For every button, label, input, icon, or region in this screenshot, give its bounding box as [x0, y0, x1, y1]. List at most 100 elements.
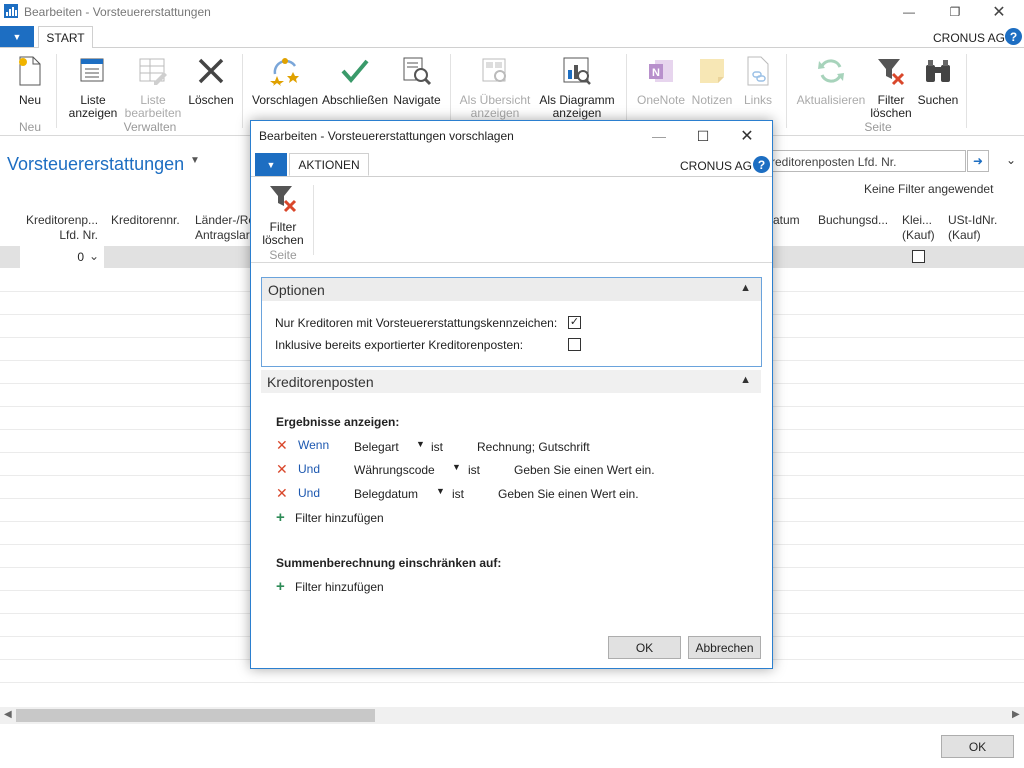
- col-header-datum[interactable]: atum: [773, 213, 800, 228]
- suggest-button[interactable]: Vorschlagen: [252, 52, 318, 107]
- col-header-buchungsdatum[interactable]: Buchungsd...: [818, 213, 888, 228]
- search-button[interactable]: Suchen: [916, 52, 960, 107]
- col-header-kreditorenposten-lfd-nr[interactable]: Kreditorenp... Lfd. Nr.: [26, 213, 98, 243]
- filter-field[interactable]: Währungscode: [354, 463, 435, 477]
- ergebnisse-label: Ergebnisse anzeigen:: [276, 415, 400, 429]
- collapse-chevron-icon[interactable]: ⌄: [1006, 153, 1016, 167]
- notes-icon: [696, 52, 728, 90]
- scrollbar-thumb[interactable]: [16, 709, 375, 722]
- ok-button[interactable]: OK: [941, 735, 1014, 758]
- add-filter-link[interactable]: Filter hinzufügen: [295, 511, 384, 525]
- show-list-button[interactable]: Liste anzeigen: [66, 52, 120, 120]
- remove-filter-icon[interactable]: ✕: [276, 461, 288, 478]
- option-checkbox-inklusive-exportierter[interactable]: [568, 338, 581, 351]
- delete-button[interactable]: Löschen: [186, 52, 236, 107]
- page-title-caret-icon[interactable]: ▼: [190, 155, 200, 166]
- filter-value[interactable]: Geben Sie einen Wert ein.: [514, 463, 655, 477]
- col-header-ust-idnr[interactable]: USt-IdNr. (Kauf): [948, 213, 997, 243]
- page-title[interactable]: Vorsteuererstattungen: [7, 154, 184, 175]
- edit-list-button[interactable]: Liste bearbeiten: [122, 52, 184, 120]
- dialog-group-label-seite: Seite: [269, 248, 297, 262]
- filter-field[interactable]: Belegdatum: [354, 487, 418, 501]
- tab-start[interactable]: START: [38, 26, 93, 49]
- col-header-kreditorennr[interactable]: Kreditorennr.: [111, 213, 180, 228]
- dialog-help-icon[interactable]: ?: [753, 156, 770, 173]
- show-as-overview-button[interactable]: Als Übersicht anzeigen: [458, 52, 532, 120]
- dialog-maximize-button[interactable]: ☐: [683, 121, 723, 151]
- onenote-icon: N: [645, 52, 677, 90]
- app-icon: [4, 4, 18, 18]
- scroll-left-icon[interactable]: ◀: [4, 709, 12, 720]
- scroll-right-icon[interactable]: ▶: [1012, 709, 1020, 720]
- add-total-filter-link[interactable]: Filter hinzufügen: [295, 580, 384, 594]
- dialog-clear-filter-button[interactable]: Filter löschen: [259, 179, 307, 247]
- dialog-title: Bearbeiten - Vorsteuererstattungen vorsc…: [259, 129, 514, 143]
- search-go-arrow-icon[interactable]: ➜: [967, 150, 989, 172]
- minimize-button[interactable]: —: [886, 0, 932, 24]
- checkmark-icon: [339, 52, 371, 90]
- option-label-inklusive-exportierter: Inklusive bereits exportierter Kreditore…: [275, 338, 524, 352]
- list-window-icon: [77, 52, 109, 90]
- filter-conjunction: Und: [298, 486, 321, 500]
- filter-field-dropdown-icon[interactable]: ▼: [436, 486, 445, 496]
- dialog-ok-button[interactable]: OK: [608, 636, 681, 659]
- clear-filter-button[interactable]: Filter löschen: [868, 52, 914, 120]
- dialog-cancel-button[interactable]: Abbrechen: [688, 636, 761, 659]
- dialog-minimize-button[interactable]: —: [639, 121, 679, 151]
- show-as-chart-button[interactable]: Als Diagramm anzeigen: [538, 52, 616, 120]
- refresh-icon: [815, 52, 847, 90]
- group-label-neu: Neu: [18, 120, 41, 134]
- filter-field-dropdown-icon[interactable]: ▼: [452, 462, 461, 472]
- filter-clear-icon: [875, 52, 907, 90]
- new-button[interactable]: Neu: [10, 52, 50, 107]
- group-label-seite: Seite: [864, 120, 892, 134]
- filter-value[interactable]: Geben Sie einen Wert ein.: [498, 487, 639, 501]
- option-checkbox-nur-kreditoren[interactable]: ✓: [568, 316, 581, 329]
- summenberechnung-label: Summenberechnung einschränken auf:: [276, 556, 502, 570]
- search-input[interactable]: reditorenposten Lfd. Nr.: [752, 150, 966, 172]
- close-button[interactable]: ✕: [976, 0, 1022, 24]
- binoculars-icon: [922, 52, 954, 90]
- restore-button[interactable]: ❐: [932, 0, 978, 24]
- dialog-menu-dropdown[interactable]: ▼: [255, 153, 287, 176]
- col-header-klein[interactable]: Klei... (Kauf): [902, 213, 935, 243]
- dialog-ribbon: Filter löschen Seite: [251, 177, 772, 263]
- onenote-button[interactable]: N OneNote: [634, 52, 688, 107]
- collapse-caret-icon[interactable]: ▲: [740, 282, 751, 294]
- add-filter-plus-icon[interactable]: +: [276, 509, 285, 526]
- collapse-caret-icon[interactable]: ▲: [740, 374, 751, 386]
- dialog-close-button[interactable]: ✕: [727, 121, 767, 151]
- chart-icon: [561, 52, 593, 90]
- option-label-nur-kreditoren: Nur Kreditoren mit Vorsteuererstattungsk…: [275, 316, 558, 330]
- notes-button[interactable]: Notizen: [690, 52, 734, 107]
- finish-button[interactable]: Abschließen: [322, 52, 388, 107]
- col-header-laender-region[interactable]: Länder-/Re Antragslar: [195, 213, 255, 243]
- group-label-verwalten: Verwalten: [123, 120, 177, 134]
- suggest-stars-icon: [269, 52, 301, 90]
- kreditorenposten-header[interactable]: Kreditorenposten ▲: [261, 370, 761, 393]
- add-filter-plus-icon[interactable]: +: [276, 578, 285, 595]
- navigate-button[interactable]: Navigate: [392, 52, 442, 107]
- filter-clear-icon: [267, 179, 299, 217]
- filter-field[interactable]: Belegart: [354, 440, 399, 454]
- dialog-company-name[interactable]: CRONUS AG: [680, 159, 752, 173]
- filter-field-dropdown-icon[interactable]: ▼: [416, 439, 425, 449]
- window-titlebar: Bearbeiten - Vorsteuererstattungen — ❐ ✕: [0, 0, 1024, 24]
- row-checkbox-klein[interactable]: [912, 250, 925, 263]
- app-menu-dropdown[interactable]: ▼: [0, 26, 34, 47]
- dialog-ribbon-tabs: ▼ AKTIONEN CRONUS AG ?: [251, 153, 772, 177]
- row-cell-lfd-nr[interactable]: 0 ⌄: [20, 246, 104, 268]
- overview-icon: [479, 52, 511, 90]
- new-document-icon: [14, 52, 46, 90]
- refresh-button[interactable]: Aktualisieren: [794, 52, 868, 107]
- tab-aktionen[interactable]: AKTIONEN: [289, 153, 369, 176]
- chevron-down-icon[interactable]: ⌄: [89, 249, 99, 263]
- company-name[interactable]: CRONUS AG: [933, 31, 1005, 45]
- remove-filter-icon[interactable]: ✕: [276, 437, 288, 454]
- optionen-header[interactable]: Optionen ▲: [262, 278, 761, 301]
- filter-value[interactable]: Rechnung; Gutschrift: [477, 440, 590, 454]
- help-icon[interactable]: ?: [1005, 28, 1022, 45]
- links-button[interactable]: Links: [738, 52, 778, 107]
- filter-conjunction: Und: [298, 462, 321, 476]
- remove-filter-icon[interactable]: ✕: [276, 485, 288, 502]
